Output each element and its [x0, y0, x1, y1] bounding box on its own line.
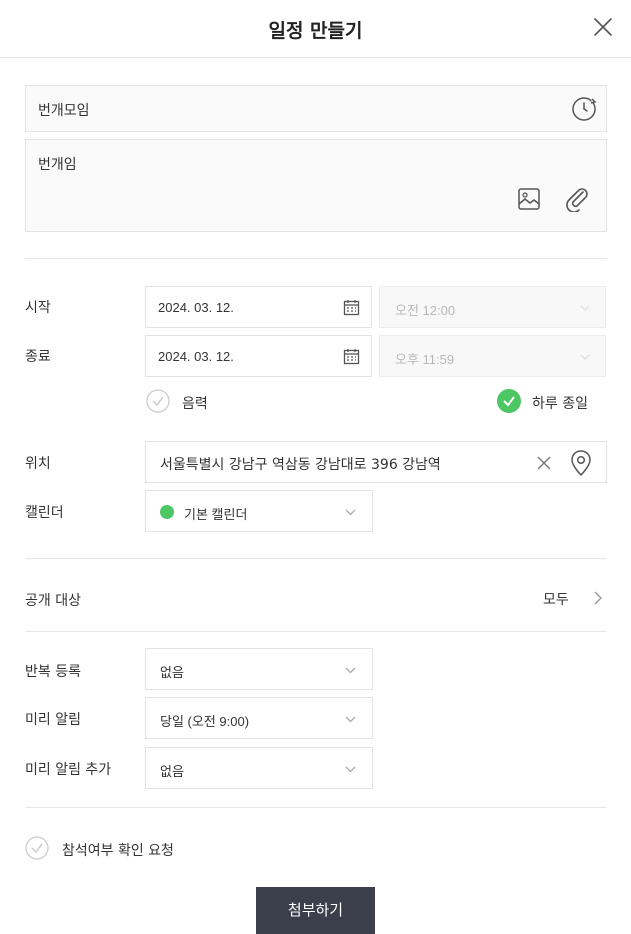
- chevron-right-icon[interactable]: [591, 589, 605, 607]
- paperclip-icon[interactable]: [563, 184, 591, 212]
- start-time-select[interactable]: 오전 12:00: [379, 286, 606, 328]
- lunar-label: 음력: [182, 396, 208, 412]
- attendance-label: 참석여부 확인 요청: [62, 843, 174, 859]
- close-icon[interactable]: [591, 15, 615, 39]
- end-date-picker[interactable]: 2024. 03. 12.: [145, 335, 372, 377]
- reminder-select[interactable]: 당일 (오전 9:00): [145, 697, 373, 739]
- map-pin-icon[interactable]: [569, 449, 593, 477]
- divider: [25, 631, 607, 632]
- lunar-checkbox[interactable]: [146, 389, 170, 413]
- reminder-extra-select[interactable]: 없음: [145, 747, 373, 789]
- event-memo-value: 번개임: [38, 157, 77, 173]
- divider: [25, 558, 607, 559]
- modal-header: 일정 만들기: [0, 0, 631, 58]
- calendar-icon: [343, 300, 360, 316]
- start-time-value: 오전 12:00: [395, 303, 456, 318]
- reminder-extra-label: 미리 알림 추가: [25, 762, 112, 778]
- image-attach-icon[interactable]: [516, 186, 542, 212]
- history-clock-icon[interactable]: [570, 95, 598, 123]
- calendar-color-dot: [160, 505, 174, 519]
- chevron-down-icon: [345, 766, 356, 773]
- start-date-picker[interactable]: 2024. 03. 12.: [145, 286, 372, 328]
- clear-icon[interactable]: [536, 455, 552, 471]
- event-memo-textarea[interactable]: 번개임: [25, 139, 607, 232]
- allday-checkbox[interactable]: [497, 389, 521, 413]
- allday-label: 하루 종일: [532, 396, 588, 412]
- end-time-value: 오후 11:59: [395, 352, 455, 367]
- divider: [25, 258, 607, 259]
- end-label: 종료: [25, 349, 51, 365]
- visibility-value[interactable]: 모두: [543, 589, 569, 609]
- divider: [25, 807, 607, 808]
- calendar-label: 캘린더: [25, 505, 64, 521]
- reminder-label: 미리 알림: [25, 712, 81, 728]
- reminder-value: 당일 (오전 9:00): [160, 714, 250, 729]
- modal-title: 일정 만들기: [268, 20, 363, 42]
- attach-button[interactable]: 첨부하기: [256, 887, 375, 934]
- repeat-select[interactable]: 없음: [145, 648, 373, 690]
- repeat-value: 없음: [160, 665, 184, 680]
- start-date-value: 2024. 03. 12.: [158, 300, 234, 315]
- location-label: 위치: [25, 456, 51, 472]
- location-input[interactable]: 서울특별시 강남구 역삼동 강남대로 396 강남역: [145, 441, 607, 483]
- reminder-extra-value: 없음: [160, 764, 184, 779]
- end-time-select[interactable]: 오후 11:59: [379, 335, 606, 377]
- attendance-checkbox[interactable]: [25, 836, 49, 860]
- calendar-value: 기본 캘린더: [184, 507, 248, 522]
- event-title-value: 번개모임: [38, 103, 90, 119]
- event-title-input[interactable]: 번개모임: [25, 85, 607, 132]
- chevron-down-icon: [580, 305, 590, 311]
- repeat-label: 반복 등록: [25, 664, 81, 680]
- start-label: 시작: [25, 300, 51, 316]
- calendar-select[interactable]: 기본 캘린더: [145, 490, 373, 532]
- end-date-value: 2024. 03. 12.: [158, 349, 234, 364]
- location-value: 서울특별시 강남구 역삼동 강남대로 396 강남역: [160, 457, 441, 473]
- visibility-label: 공개 대상: [25, 593, 81, 609]
- chevron-down-icon: [345, 716, 356, 723]
- chevron-down-icon: [345, 509, 356, 516]
- chevron-down-icon: [345, 667, 356, 674]
- chevron-down-icon: [580, 354, 590, 360]
- calendar-icon: [343, 349, 360, 365]
